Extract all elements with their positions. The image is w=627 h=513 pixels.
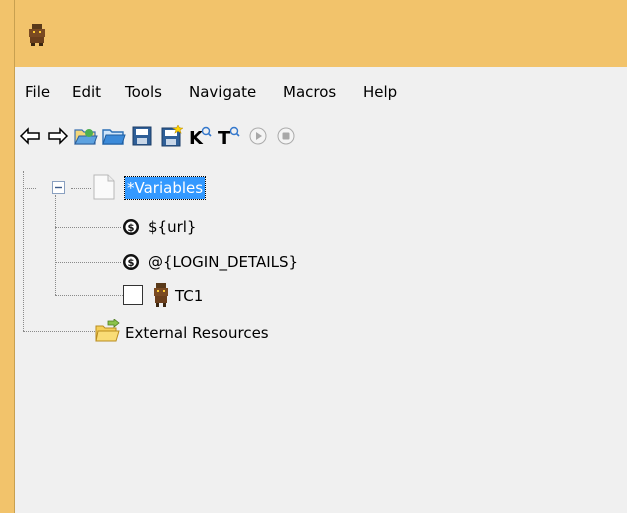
stop-icon[interactable]: [273, 123, 299, 149]
tree-line: [23, 331, 97, 332]
svg-text:$: $: [128, 258, 135, 269]
tree-node-tc1[interactable]: TC1: [175, 285, 203, 307]
menu-macros[interactable]: Macros: [283, 82, 336, 102]
forward-arrow-icon[interactable]: [45, 123, 71, 149]
open-folder-icon[interactable]: [73, 123, 99, 149]
app-window: File Edit Tools Navigate Macros Help K T: [14, 0, 627, 513]
title-bar[interactable]: [15, 0, 627, 67]
back-arrow-icon[interactable]: [17, 123, 43, 149]
run-icon[interactable]: [245, 123, 271, 149]
svg-text:$: $: [128, 223, 135, 234]
tree-line: [55, 262, 121, 263]
external-resources-icon: [95, 318, 121, 347]
toolbar: K T: [15, 117, 627, 157]
list-variable-icon: $: [122, 253, 140, 275]
search-test-icon[interactable]: T: [216, 123, 242, 149]
tree-line: [55, 227, 121, 228]
menu-help[interactable]: Help: [363, 82, 397, 102]
document-icon: [93, 174, 115, 204]
tree-line: [23, 188, 36, 189]
test-case-checkbox[interactable]: [123, 285, 143, 309]
collapse-toggle-icon[interactable]: [52, 181, 65, 198]
tree-node-external-resources[interactable]: External Resources: [125, 322, 269, 344]
project-tree: *Variables $ ${url} $ @{LOGIN_DETAILS} T…: [15, 157, 627, 513]
tree-node-login-details[interactable]: @{LOGIN_DETAILS}: [148, 251, 298, 273]
menu-file[interactable]: File: [25, 82, 50, 102]
menu-bar: File Edit Tools Navigate Macros Help: [15, 67, 627, 117]
tree-node-url[interactable]: ${url}: [148, 216, 196, 238]
tree-line: [55, 195, 56, 295]
folder-icon[interactable]: [101, 123, 127, 149]
menu-navigate[interactable]: Navigate: [189, 82, 256, 102]
menu-edit[interactable]: Edit: [72, 82, 101, 102]
tree-line: [55, 295, 123, 296]
save-icon[interactable]: [129, 123, 155, 149]
tree-node-variables[interactable]: *Variables: [123, 176, 207, 200]
menu-tools[interactable]: Tools: [125, 82, 162, 102]
tree-line: [23, 171, 24, 331]
robot-app-icon[interactable]: [27, 24, 47, 46]
robot-test-case-icon: [152, 283, 170, 311]
svg-text:K: K: [189, 128, 204, 147]
tree-line: [71, 188, 91, 189]
search-keyword-icon[interactable]: K: [187, 123, 213, 149]
svg-text:T: T: [218, 128, 231, 147]
scalar-variable-icon: $: [122, 218, 140, 240]
save-all-icon[interactable]: [159, 123, 185, 149]
